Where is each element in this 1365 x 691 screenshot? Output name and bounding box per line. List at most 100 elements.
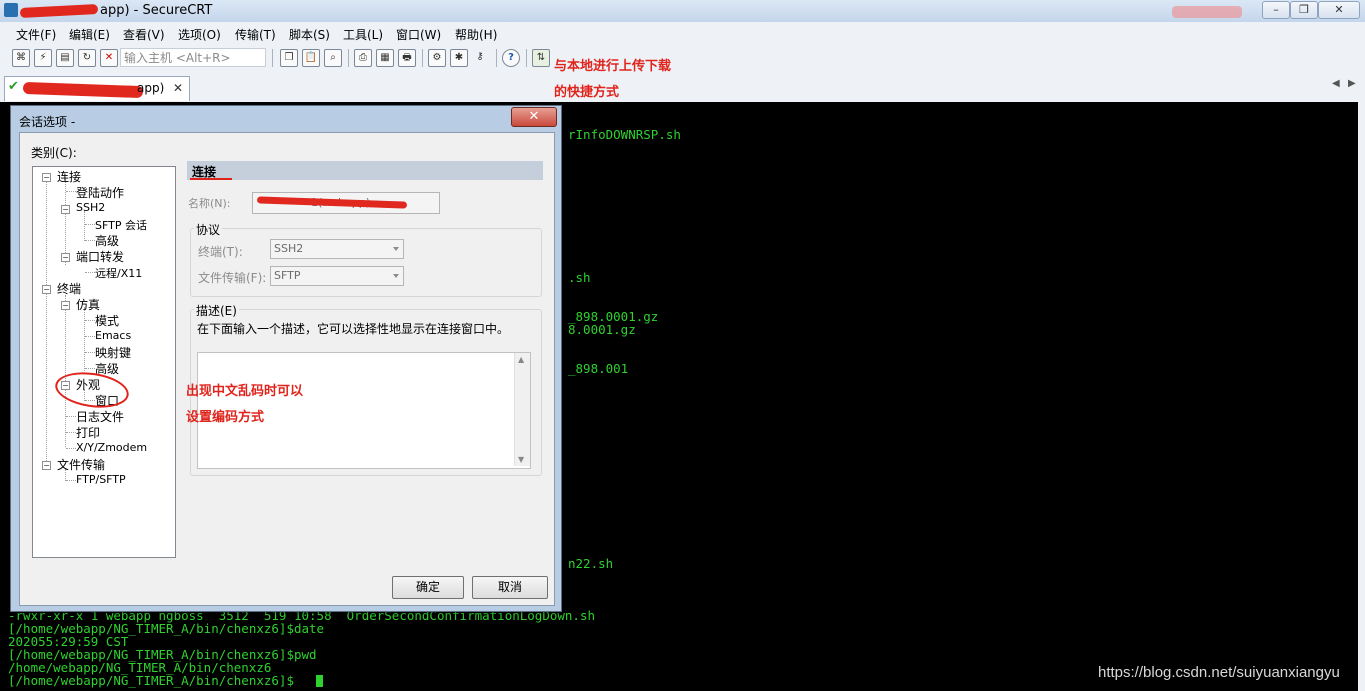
print-icon[interactable]: ⎙ — [354, 49, 372, 67]
reconnect-icon[interactable]: ↻ — [78, 49, 96, 67]
menu-file[interactable]: 文件(F) — [16, 26, 56, 43]
copy-icon[interactable]: ❐ — [280, 49, 298, 67]
check-icon: ✔ — [8, 79, 19, 94]
tree-item-connection[interactable]: 连接 — [57, 168, 81, 185]
expand-port-forwarding-icon[interactable]: − — [61, 253, 70, 262]
tree-item-ftp-sftp[interactable]: FTP/SFTP — [76, 473, 126, 486]
menu-script[interactable]: 脚本(S) — [289, 26, 330, 43]
quick-connect-icon[interactable]: ⚡ — [34, 49, 52, 67]
tree-item-log-file[interactable]: 日志文件 — [76, 408, 124, 425]
terminal-line: [/home/webapp/NG_TIMER_A/bin/chenxz6]$ — [8, 673, 294, 688]
terminal-line: _898.001 — [568, 361, 629, 376]
terminal-scrollbar[interactable] — [1358, 102, 1365, 691]
tree-item-ssh2[interactable]: SSH2 — [76, 201, 105, 214]
menu-options[interactable]: 选项(O) — [178, 26, 221, 43]
dropdown-arrow-icon — [393, 274, 399, 278]
category-label: 类别(C): — [31, 146, 77, 160]
tab-bar: ✔ app) ✕ 的快捷方式 ◀ ▶ — [0, 72, 1365, 102]
expand-connection-icon[interactable]: − — [42, 173, 51, 182]
close-window-button[interactable]: ✕ — [1318, 1, 1360, 19]
ok-button[interactable]: 确定 — [392, 576, 464, 599]
toolbar: ⌘ ⚡ ▤ ↻ ✕ 输入主机 <Alt+R> ❐ 📋 ⌕ ⎙ ▦ 🖶 ⚙ ✱ ⚷… — [0, 44, 1365, 74]
tree-item-remote-x11[interactable]: 远程/X11 — [95, 265, 142, 281]
global-options-icon[interactable]: ✱ — [450, 49, 468, 67]
expand-terminal-icon[interactable]: − — [42, 285, 51, 294]
name-field[interactable]: 1(webapp) — [252, 192, 440, 214]
menu-window[interactable]: 窗口(W) — [396, 26, 441, 43]
tree-item-terminal[interactable]: 终端 — [57, 280, 81, 297]
scroll-up-icon[interactable]: ▲ — [518, 355, 524, 364]
print-screen-icon[interactable]: ▦ — [376, 49, 394, 67]
tree-item-port-forwarding[interactable]: 端口转发 — [76, 248, 124, 265]
menu-help[interactable]: 帮助(H) — [455, 26, 497, 43]
description-hint: 在下面输入一个描述，它可以选择性地显示在连接窗口中。 — [197, 322, 510, 336]
redaction-mark — [22, 81, 144, 99]
printer-icon[interactable]: 🖶 — [398, 49, 416, 67]
terminal-line: n22.sh — [568, 556, 614, 571]
sftp-transfer-icon[interactable]: ⇅ — [532, 49, 550, 67]
tab-scroll-left-icon[interactable]: ◀ — [1332, 78, 1340, 89]
tree-item-emulation[interactable]: 仿真 — [76, 296, 100, 313]
menu-transfer[interactable]: 传输(T) — [235, 26, 276, 43]
tree-item-xyzmodem[interactable]: X/Y/Zmodem — [76, 441, 147, 454]
annotation-encoding-line2: 设置编码方式 — [186, 410, 265, 425]
session-options-icon[interactable]: ⚙ — [428, 49, 446, 67]
panel-heading: 连接 — [187, 161, 543, 180]
close-tab-icon[interactable]: ✕ — [173, 81, 183, 95]
file-transfer-label: 文件传输(F): — [198, 271, 267, 285]
annotation-transfer-line2: 的快捷方式 — [554, 85, 620, 100]
expand-file-transfer-icon[interactable]: − — [42, 461, 51, 470]
tree-item-advanced[interactable]: 高级 — [95, 232, 119, 249]
find-icon[interactable]: ⌕ — [324, 49, 342, 67]
title-bar: app) - SecureCRT – ❐ ✕ — [0, 0, 1365, 22]
toolbar-separator — [526, 49, 527, 67]
file-transfer-select[interactable]: SFTP — [270, 266, 404, 286]
tree-item-mapped-keys[interactable]: 映射键 — [95, 344, 131, 361]
dialog-body: 类别(C): − 连接 登陆动作 − SSH2 SFTP 会话 高级 − 端口转… — [19, 132, 555, 606]
description-scrollbar[interactable]: ▲ ▼ — [514, 353, 530, 466]
expand-ssh2-icon[interactable]: − — [61, 205, 70, 214]
file-transfer-value: SFTP — [274, 269, 301, 282]
disconnect-icon[interactable]: ✕ — [100, 49, 118, 67]
dialog-close-button[interactable]: ✕ — [511, 107, 557, 127]
category-tree[interactable]: − 连接 登陆动作 − SSH2 SFTP 会话 高级 − 端口转发 远程/X1… — [32, 166, 176, 558]
toolbar-separator — [422, 49, 423, 67]
terminal-type-label: 终端(T): — [198, 245, 243, 259]
session-tab[interactable]: ✔ app) ✕ — [4, 76, 190, 101]
tree-item-sftp-session[interactable]: SFTP 会话 — [95, 217, 147, 233]
tab-scroll-right-icon[interactable]: ▶ — [1348, 78, 1356, 89]
tree-item-file-transfer[interactable]: 文件传输 — [57, 456, 105, 473]
tree-item-print[interactable]: 打印 — [76, 424, 100, 441]
menu-tools[interactable]: 工具(L) — [343, 26, 383, 43]
annotation-underline — [190, 178, 232, 180]
expand-emulation-icon[interactable]: − — [61, 301, 70, 310]
redaction-mark — [1172, 6, 1242, 18]
maximize-button[interactable]: ❐ — [1290, 1, 1318, 19]
connect-tab-icon[interactable]: ▤ — [56, 49, 74, 67]
help-icon[interactable]: ? — [502, 49, 520, 67]
scroll-down-icon[interactable]: ▼ — [518, 455, 524, 464]
host-input[interactable]: 输入主机 <Alt+R> — [120, 48, 266, 67]
paste-icon[interactable]: 📋 — [302, 49, 320, 67]
cancel-button[interactable]: 取消 — [472, 576, 548, 599]
terminal-cursor — [316, 675, 323, 687]
tab-label: app) — [137, 81, 165, 95]
dialog-title: 会话选项 - — [19, 115, 76, 129]
terminal-line: rInfoDOWNRSP.sh — [568, 127, 681, 142]
menu-edit[interactable]: 编辑(E) — [69, 26, 110, 43]
annotation-encoding-line1: 出现中文乱码时可以 — [186, 384, 304, 399]
tree-item-emacs[interactable]: Emacs — [95, 329, 131, 342]
terminal-type-value: SSH2 — [274, 242, 304, 255]
key-icon[interactable]: ⚷ — [472, 49, 488, 65]
tree-item-modes[interactable]: 模式 — [95, 312, 119, 329]
watermark: https://blog.csdn.net/suiyuanxiangyu — [1098, 664, 1340, 681]
terminal-line: 8.0001.gz — [568, 322, 636, 337]
minimize-button[interactable]: – — [1262, 1, 1290, 19]
menu-bar: 文件(F) 编辑(E) 查看(V) 选项(O) 传输(T) 脚本(S) 工具(L… — [0, 22, 1365, 44]
connect-icon[interactable]: ⌘ — [12, 49, 30, 67]
dropdown-arrow-icon — [393, 247, 399, 251]
toolbar-separator — [348, 49, 349, 67]
menu-view[interactable]: 查看(V) — [123, 26, 165, 43]
terminal-type-select[interactable]: SSH2 — [270, 239, 404, 259]
tree-item-logon-actions[interactable]: 登陆动作 — [76, 184, 124, 201]
